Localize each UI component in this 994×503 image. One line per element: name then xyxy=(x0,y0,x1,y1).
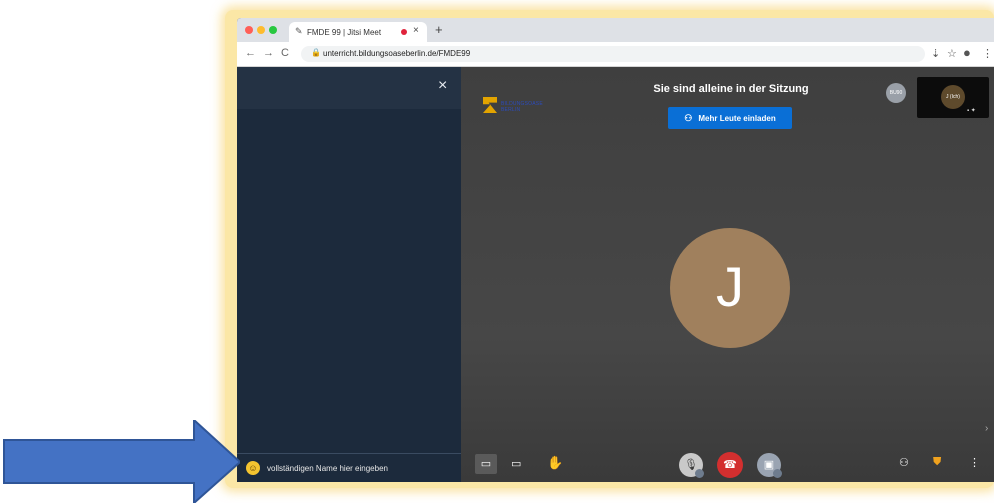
pointer-arrow xyxy=(3,420,240,503)
microphone-icon[interactable]: 🎙 xyxy=(679,453,704,478)
forward-button[interactable]: → xyxy=(263,47,274,59)
conference-stage: BILDUNGSOASE BERLIN Sie sind alleine in … xyxy=(461,67,994,482)
invite-button-label: Mehr Leute einladen xyxy=(698,113,776,123)
back-button[interactable]: ← xyxy=(245,47,256,59)
recording-indicator-icon xyxy=(401,29,407,35)
chat-input-bar: ☺ xyxy=(237,453,461,482)
large-participant-avatar: J xyxy=(670,228,790,348)
new-tab-button[interactable]: + xyxy=(435,22,443,37)
close-chat-icon[interactable]: × xyxy=(438,77,447,95)
lock-icon: 🔒 xyxy=(311,48,321,57)
tab-title: FMDE 99 | Jitsi Meet xyxy=(307,28,382,37)
participants-icon[interactable]: ⚇ xyxy=(899,456,909,469)
browser-menu-icon[interactable]: ⋮ xyxy=(982,47,993,60)
chevron-right-icon[interactable]: › xyxy=(985,423,988,434)
maximize-window-dot[interactable] xyxy=(269,26,277,34)
security-shield-icon[interactable]: ⛊ xyxy=(933,456,941,469)
minimize-window-dot[interactable] xyxy=(257,26,265,34)
participant-avatar[interactable]: BU90 xyxy=(886,83,906,103)
browser-window: ✎ FMDE 99 | Jitsi Meet × + ← → C 🔒 unter… xyxy=(237,18,994,482)
profile-icon[interactable]: ● xyxy=(963,45,971,60)
camera-muted-small-icon: ▪ ✦ xyxy=(967,108,976,114)
camera-icon[interactable]: ▣ xyxy=(757,453,782,478)
reload-button[interactable]: C xyxy=(281,47,289,59)
screenshare-icon[interactable]: ▭ xyxy=(511,457,521,470)
add-person-icon: ⚇ xyxy=(684,112,693,123)
logo-text: BILDUNGSOASE BERLIN xyxy=(501,101,543,113)
invite-more-people-button[interactable]: ⚇ Mehr Leute einladen xyxy=(668,107,792,129)
jitsi-favicon-icon: ✎ xyxy=(295,26,303,36)
more-icon[interactable]: ⋮ xyxy=(969,456,980,469)
browser-tab[interactable]: ✎ FMDE 99 | Jitsi Meet × xyxy=(289,22,427,42)
emoji-icon[interactable]: ☺ xyxy=(246,461,260,475)
chat-sidebar-header: × xyxy=(237,67,461,109)
hangup-icon[interactable]: ☎ xyxy=(717,452,743,478)
download-icon[interactable]: ⇣ xyxy=(931,47,940,60)
chat-icon[interactable]: ▭ xyxy=(475,454,497,474)
address-bar-row: ← → C 🔒 unterricht.bildungsoaseberlin.de… xyxy=(237,42,994,67)
alone-notice-title: Sie sind alleine in der Sitzung xyxy=(653,83,809,95)
tab-bar: ✎ FMDE 99 | Jitsi Meet × + xyxy=(237,18,994,42)
local-video-thumbnail[interactable]: J (Ich) ▪ ✦ xyxy=(917,77,989,118)
local-avatar: J (Ich) xyxy=(941,85,965,109)
logo-mark-icon xyxy=(483,97,497,113)
url-field[interactable]: 🔒 unterricht.bildungsoaseberlin.de/FMDE9… xyxy=(301,46,925,62)
video-options-badge[interactable] xyxy=(773,469,782,478)
url-text: unterricht.bildungsoaseberlin.de/FMDE99 xyxy=(323,49,471,58)
bookmark-star-icon[interactable]: ☆ xyxy=(947,47,957,60)
display-name-input[interactable] xyxy=(267,460,453,476)
audio-options-badge[interactable] xyxy=(695,469,704,478)
close-window-dot[interactable] xyxy=(245,26,253,34)
tab-close-icon[interactable]: × xyxy=(413,25,419,36)
raise-hand-icon[interactable]: ✋ xyxy=(547,455,563,471)
chat-sidebar: × ☺ xyxy=(237,67,461,482)
bildungsoase-logo: BILDUNGSOASE BERLIN xyxy=(483,97,563,119)
